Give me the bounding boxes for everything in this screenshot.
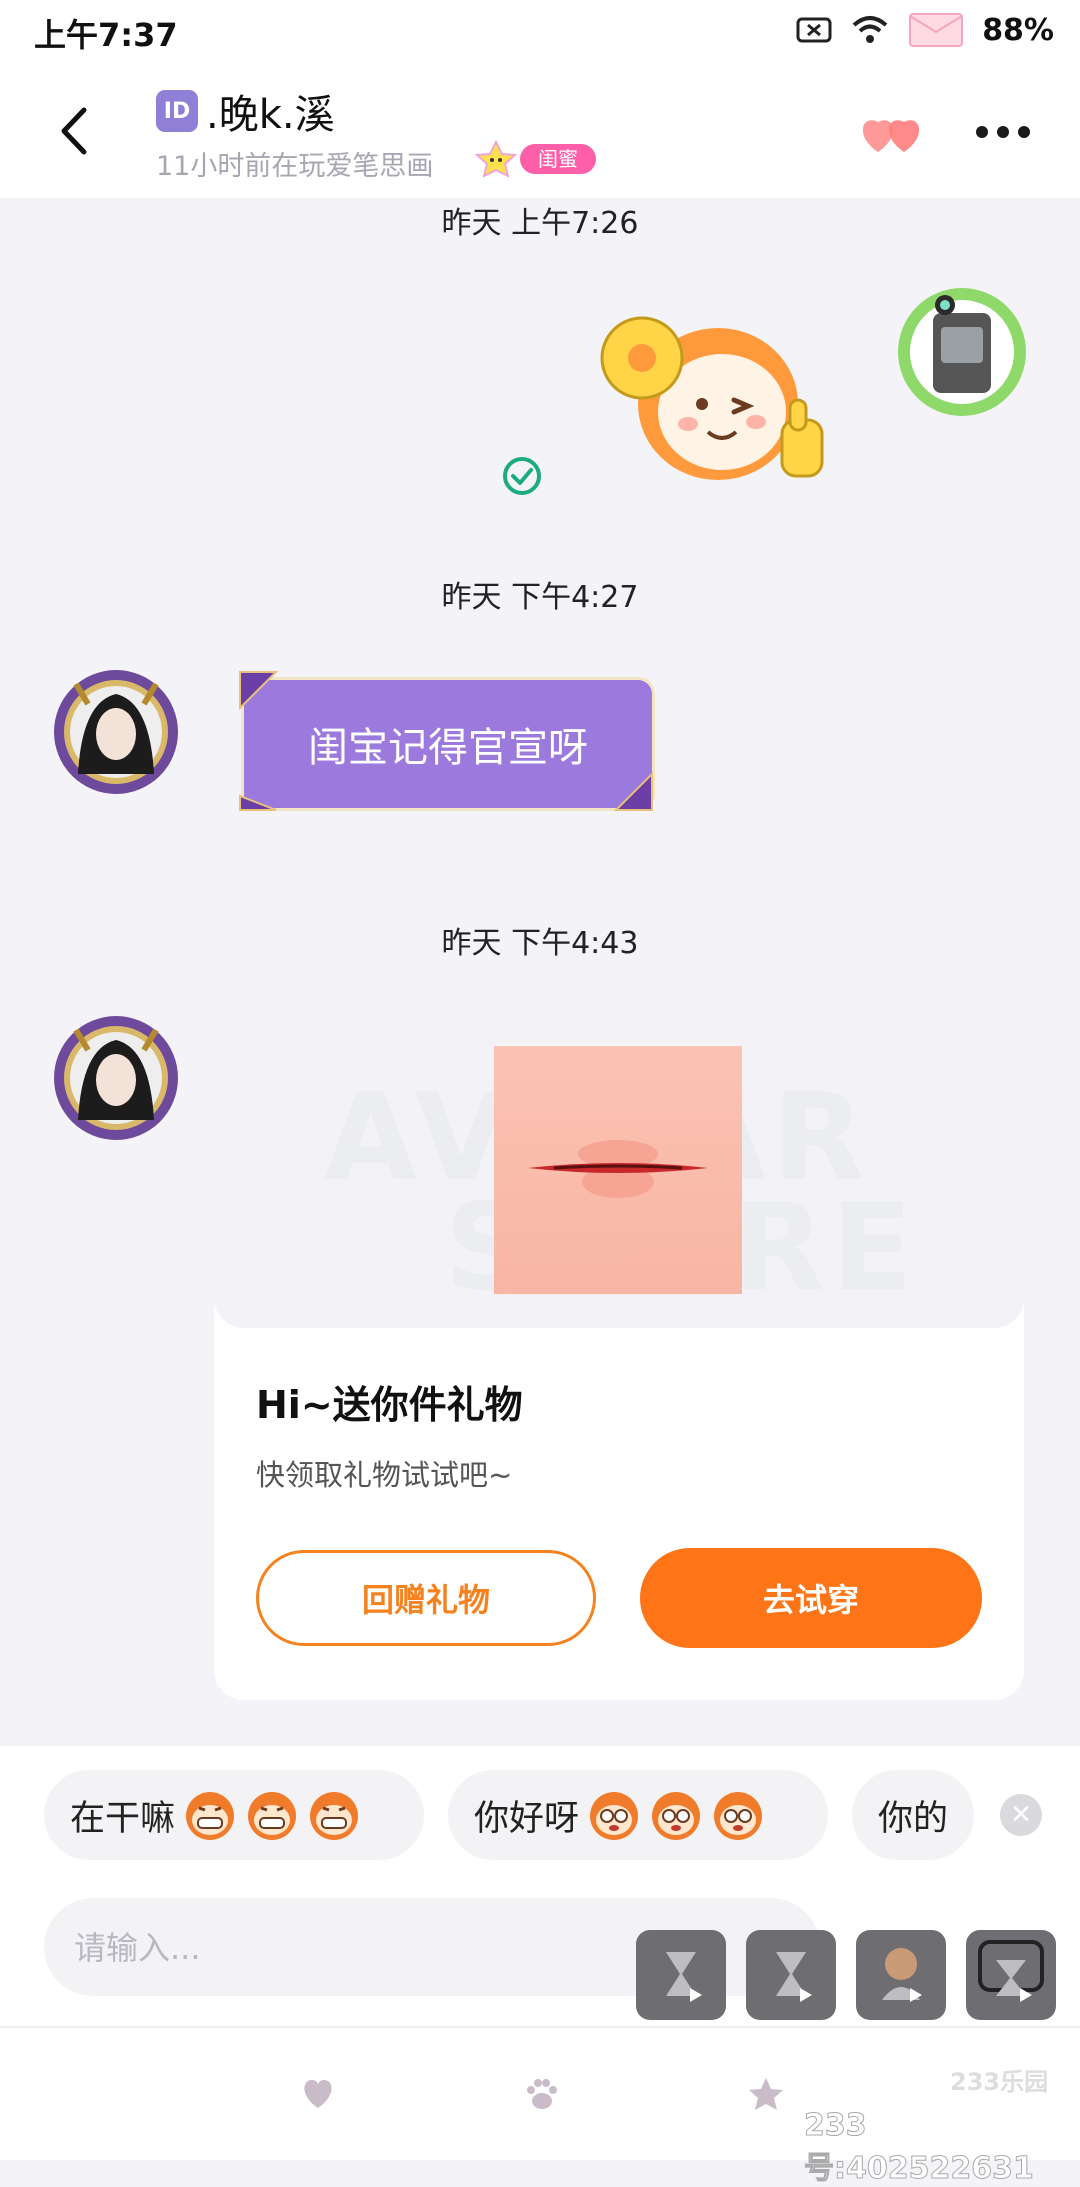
wide-eyed-monkey-emoji-icon: [714, 1792, 763, 1840]
character-play-icon: [882, 1948, 922, 2002]
grin-monkey-emoji-icon: [186, 1792, 235, 1840]
back-arrow-icon[interactable]: [54, 104, 98, 158]
hourglass-play-icon: [776, 1952, 812, 2002]
sim-off-icon: [796, 17, 832, 43]
heart-icon[interactable]: [298, 2074, 338, 2114]
wifi-icon: [852, 16, 888, 43]
bubble-corner-ornament: [613, 771, 653, 811]
contact-avatar[interactable]: [48, 664, 184, 800]
lips-icon: [528, 1140, 708, 1198]
hourglass-play-icon: [666, 1952, 702, 2002]
app-watermark: 233乐园: [950, 2068, 1049, 2096]
relation-tag-label: 闺蜜: [520, 144, 596, 174]
grin-monkey-emoji-icon: [310, 1792, 359, 1840]
id-badge: ID: [156, 90, 198, 132]
relation-tag: 闺蜜: [470, 140, 596, 178]
status-icons: 88%: [796, 12, 1054, 48]
bubble-corner-ornament: [239, 671, 279, 711]
message-timestamp: 昨天 下午4:43: [441, 926, 639, 961]
message-timestamp: 昨天 下午4:27: [441, 580, 639, 615]
grin-monkey-emoji-icon: [248, 1792, 297, 1840]
read-checkmark-icon: [503, 457, 541, 495]
mail-icon: [909, 13, 964, 47]
contact-avatar[interactable]: [48, 1010, 184, 1146]
quick-reply-chip[interactable]: 你的: [852, 1770, 974, 1860]
more-options-icon[interactable]: [976, 126, 1030, 138]
bubble-corner-ornament: [239, 794, 277, 811]
gift-card[interactable]: AVATAR STORE Hi~送你件礼物 快领取礼物试试吧~ 回赠礼物 去试穿: [214, 994, 1024, 1700]
gift-item-image: [494, 1046, 742, 1294]
quick-reply-text: 在干嘛: [70, 1798, 176, 1839]
bottom-divider: [0, 2026, 1080, 2028]
contact-nickname[interactable]: .晚k.溪: [206, 82, 335, 140]
chat-bubble-incoming[interactable]: 闺宝记得官宣呀: [244, 680, 652, 808]
star-icon[interactable]: [746, 2074, 786, 2114]
status-time: 上午7:37: [34, 16, 178, 54]
return-gift-button[interactable]: 回赠礼物: [256, 1550, 596, 1646]
quick-reply-text: 你的: [878, 1798, 949, 1839]
battery-level: 88%: [982, 12, 1054, 48]
gift-preview-area: AVATAR STORE: [214, 994, 1024, 1328]
intimacy-hearts-icon[interactable]: [858, 108, 928, 160]
quick-reply-chip[interactable]: 在干嘛: [44, 1770, 424, 1860]
my-avatar[interactable]: [893, 283, 1031, 421]
quick-reply-text: 你好呀: [474, 1798, 580, 1839]
quick-reply-chip[interactable]: 你好呀: [448, 1770, 828, 1860]
gift-card-title: Hi~送你件礼物: [256, 1383, 523, 1427]
wide-eyed-monkey-emoji-icon: [652, 1792, 701, 1840]
gift-card-subtitle: 快领取礼物试试吧~: [256, 1458, 513, 1492]
user-id-watermark: 233号:402522631: [804, 2108, 1035, 2187]
video-sticker-button[interactable]: [636, 1930, 726, 2020]
video-sticker-button[interactable]: [746, 1930, 836, 2020]
paw-icon[interactable]: [522, 2074, 562, 2114]
contact-status: 11小时前在玩爱笔思画: [156, 151, 434, 182]
hourglass-play-icon: [978, 1940, 1044, 2002]
video-sticker-button[interactable]: [966, 1930, 1056, 2020]
sticker-ok-mascot[interactable]: [590, 296, 840, 496]
try-on-button[interactable]: 去试穿: [640, 1548, 982, 1648]
video-sticker-button[interactable]: [856, 1930, 946, 2020]
message-timestamp: 昨天 上午7:26: [441, 206, 639, 241]
close-quick-replies-icon[interactable]: ✕: [1000, 1794, 1042, 1836]
wide-eyed-monkey-emoji-icon: [590, 1792, 639, 1840]
